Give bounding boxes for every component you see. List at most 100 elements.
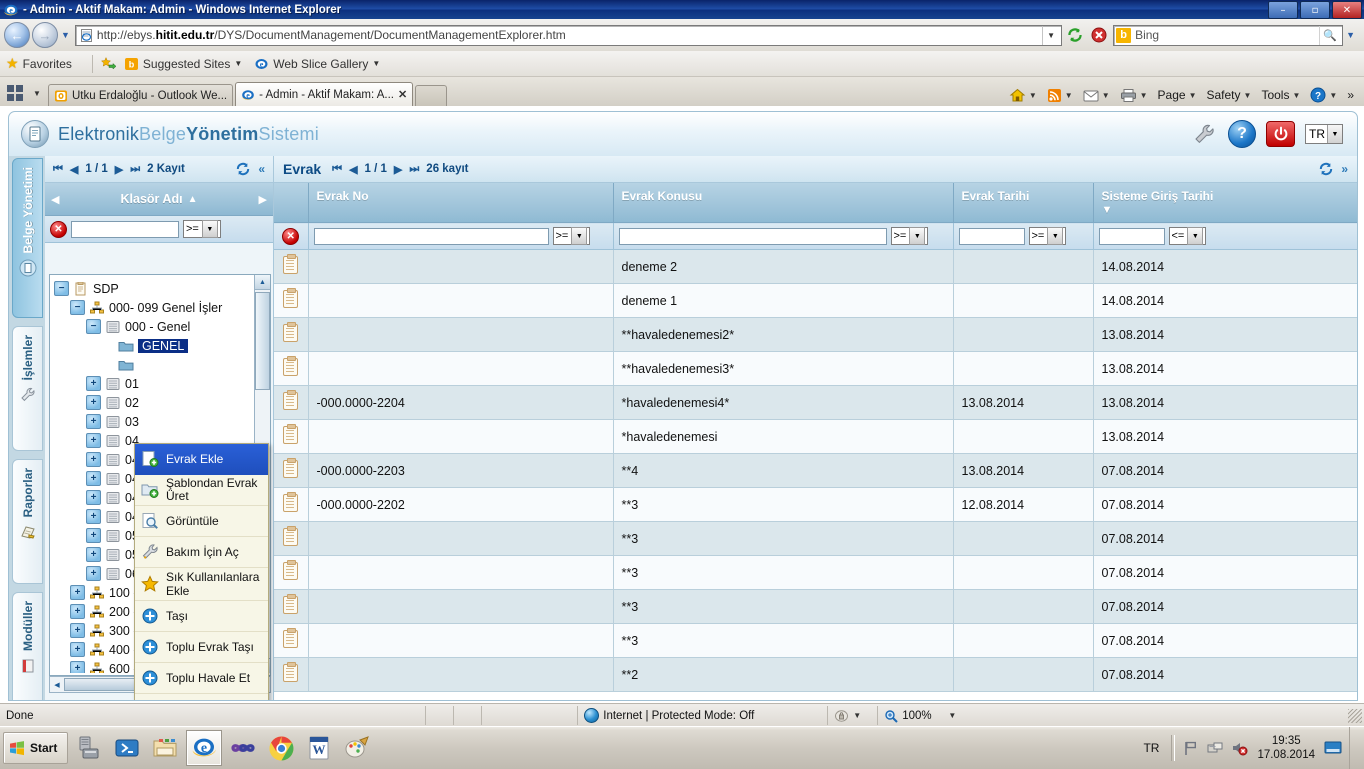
taskbar-item-powershell[interactable] (110, 731, 144, 765)
new-tab-button[interactable] (415, 85, 448, 106)
expand-toggle-icon[interactable]: + (70, 642, 85, 657)
search-provider-chevron-down-icon[interactable]: ▼ (1346, 30, 1355, 40)
chevron-down-icon[interactable]: ▼ (1327, 125, 1342, 143)
collapse-icon[interactable]: « (258, 162, 265, 176)
filter-operator-evrak-konusu[interactable]: >= ▼ (890, 227, 929, 245)
first-page-button[interactable]: ⏮ (53, 163, 63, 176)
sidebar-item-moduller[interactable]: Modüller (12, 592, 43, 700)
close-button[interactable]: ✕ (1332, 1, 1362, 19)
expand-toggle-icon[interactable]: + (70, 623, 85, 638)
context-menu-item-bakim-icin-ac[interactable]: Bakım İçin Aç (135, 537, 268, 568)
tree-item-02[interactable]: + 02 (54, 393, 253, 412)
chevron-down-icon[interactable]: ▼ (1329, 91, 1337, 100)
column-header-evrak-konusu[interactable]: Evrak Konusu (613, 183, 954, 223)
expand-toggle-icon[interactable]: + (86, 452, 101, 467)
row-document-icon-cell[interactable] (274, 419, 309, 454)
collapse-toggle-icon[interactable]: − (70, 300, 85, 315)
row-document-icon-cell[interactable] (274, 623, 309, 658)
last-page-button[interactable]: ⏭ (130, 163, 140, 176)
table-row[interactable]: -000.0000-2203 **4 13.08.2014 07.08.2014 (274, 453, 1357, 488)
tree-item-000-genel[interactable]: − 000 - Genel (54, 317, 253, 336)
taskbar-item-internet-explorer[interactable]: e (186, 730, 223, 766)
folder-filter-operator[interactable]: >= ▼ (183, 220, 221, 238)
expand-toggle-icon[interactable]: + (86, 547, 101, 562)
prev-page-button[interactable]: ◀ (70, 163, 78, 176)
input-language-indicator[interactable]: TR (1135, 741, 1167, 755)
expand-toggle-icon[interactable]: + (86, 433, 101, 448)
add-to-favorites-bar-button[interactable]: b Suggested Sites ▼ (100, 56, 242, 71)
refresh-icon[interactable] (1064, 24, 1086, 46)
url-dropdown-chevron-down-icon[interactable]: ▼ (1042, 25, 1059, 45)
tree-item-03[interactable]: + 03 (54, 412, 253, 431)
taskbar-item-server-manager[interactable] (72, 731, 106, 765)
table-row[interactable]: -000.0000-2204 *havaledenemesi4* 13.08.2… (274, 385, 1357, 420)
filter-input-evrak-no[interactable] (313, 227, 549, 245)
wrench-icon[interactable] (1192, 121, 1218, 147)
expand-toggle-icon[interactable]: + (86, 395, 101, 410)
first-page-button[interactable]: ⏮ (332, 163, 342, 176)
tab-list-button[interactable]: ▼ (26, 83, 48, 103)
maximize-button[interactable]: ▫ (1300, 1, 1330, 19)
start-button[interactable]: Start (3, 732, 69, 764)
table-row[interactable]: **3 07.08.2014 (274, 555, 1357, 590)
expand-toggle-icon[interactable]: + (86, 566, 101, 581)
chevron-down-icon[interactable]: ▼ (234, 59, 242, 68)
chevron-down-icon[interactable]: ▼ (909, 227, 926, 245)
privacy-report-button[interactable]: ▼ (827, 706, 877, 725)
chevron-down-icon[interactable]: ▼ (853, 711, 861, 720)
taskbar-item-word[interactable]: W (302, 731, 336, 765)
next-page-button[interactable]: ▶ (394, 163, 402, 176)
security-zone[interactable]: Internet | Protected Mode: Off (577, 706, 827, 725)
tree-item-genel-isler[interactable]: − 000- 099 Genel İşler (54, 298, 253, 317)
page-menu-button[interactable]: Page ▼ (1154, 88, 1201, 102)
table-row[interactable]: **havaledenemesi3* 13.08.2014 (274, 351, 1357, 386)
column-header-evrak-tarihi[interactable]: Evrak Tarihi (953, 183, 1094, 223)
language-selector[interactable]: TR ▼ (1305, 124, 1343, 144)
context-menu-item-toplu-numara-al[interactable]: Toplu Numara Al (135, 694, 268, 700)
table-row[interactable]: **havaledenemesi2* 13.08.2014 (274, 317, 1357, 352)
filter-input-evrak-konusu[interactable] (618, 227, 887, 245)
table-row[interactable]: **3 07.08.2014 (274, 589, 1357, 624)
collapse-toggle-icon[interactable]: − (86, 319, 101, 334)
help-question-icon[interactable]: ? (1228, 120, 1256, 148)
clear-filter-icon[interactable]: ✕ (282, 227, 300, 245)
row-document-icon-cell[interactable] (274, 657, 309, 692)
prev-column-icon[interactable]: ◀ (51, 193, 59, 206)
minimize-button[interactable]: – (1268, 1, 1298, 19)
expand-toggle-icon[interactable]: + (70, 604, 85, 619)
row-document-icon-cell[interactable] (274, 283, 309, 318)
context-menu-item-goruntule[interactable]: Görüntüle (135, 506, 268, 537)
chevron-down-icon[interactable]: ▼ (201, 220, 218, 238)
table-row[interactable]: **3 07.08.2014 (274, 521, 1357, 556)
stop-icon[interactable] (1088, 24, 1110, 46)
filter-operator-sisteme-giris-tarihi[interactable]: <= ▼ (1168, 227, 1207, 245)
taskbar-item-explorer[interactable] (148, 731, 182, 765)
filter-operator-evrak-no[interactable]: >= ▼ (552, 227, 591, 245)
chevron-down-icon[interactable]: ▼ (372, 59, 380, 68)
forward-arrow-icon[interactable]: → (32, 22, 58, 48)
filter-input-sisteme-giris-tarihi[interactable] (1098, 227, 1165, 245)
volume-muted-icon[interactable] (1228, 737, 1250, 759)
tree-item-folder-2[interactable] (54, 355, 253, 374)
filter-operator-evrak-tarihi[interactable]: >= ▼ (1028, 227, 1067, 245)
show-desktop-button[interactable] (1349, 727, 1364, 769)
feeds-button[interactable]: ▼ (1043, 88, 1077, 103)
context-menu-item-sik-kullanilanlara-ekle[interactable]: Sık Kullanılanlara Ekle (135, 568, 268, 601)
power-icon[interactable] (1266, 121, 1295, 147)
clock[interactable]: 19:35 17.08.2014 (1251, 734, 1321, 762)
expand-toggle-icon[interactable]: + (70, 661, 85, 673)
filter-input-evrak-tarihi[interactable] (958, 227, 1025, 245)
expand-toggle-icon[interactable]: + (86, 376, 101, 391)
zoom-level-button[interactable]: 100% ▼ (877, 706, 962, 725)
clear-filter-icon[interactable]: ✕ (50, 220, 67, 238)
expand-toggle-icon[interactable]: + (86, 471, 101, 486)
column-header-sisteme-giris-tarihi[interactable]: Sisteme Giriş Tarihi ▼ (1093, 183, 1357, 223)
chevron-down-icon[interactable]: ▼ (1187, 227, 1204, 245)
resize-grip[interactable] (1348, 708, 1362, 723)
tree-item-sdp[interactable]: − SDP (54, 279, 253, 298)
chevron-down-icon[interactable]: ▼ (1102, 91, 1110, 100)
expand-icon[interactable]: » (1341, 162, 1348, 176)
home-button[interactable]: ▼ (1005, 88, 1041, 103)
row-document-icon-cell[interactable] (274, 385, 309, 420)
row-document-icon-cell[interactable] (274, 453, 309, 488)
